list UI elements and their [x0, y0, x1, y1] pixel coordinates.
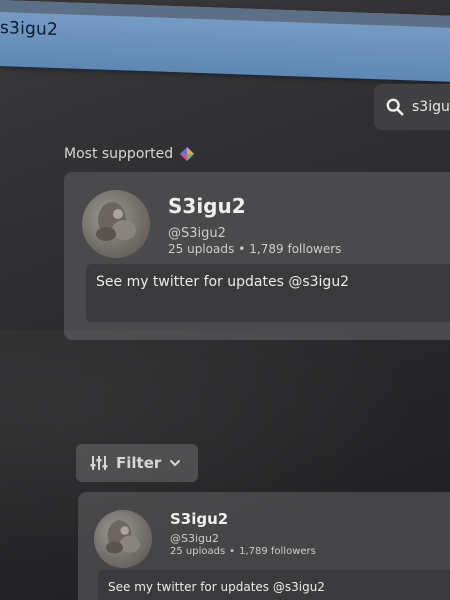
separator-dot: •: [229, 546, 236, 557]
search-value: s3igu: [412, 99, 450, 115]
support-badge-icon: [180, 147, 195, 161]
filter-button[interactable]: Filter: [76, 444, 198, 482]
browser-tab-bar: s3igu2: [0, 0, 450, 82]
bio-text: See my twitter for updates @s3igu2: [96, 274, 350, 290]
filter-label: Filter: [116, 454, 162, 472]
user-bio: See my twitter for updates @s3igu2: [86, 264, 450, 322]
display-name[interactable]: S3igu2: [170, 510, 228, 528]
followers-count: 1,789 followers: [249, 242, 342, 256]
search-input[interactable]: s3igu: [374, 84, 450, 130]
avatar-image-icon: [105, 520, 141, 554]
separator-dot: •: [238, 242, 246, 256]
user-stats: 25 uploads • 1,789 followers: [168, 242, 341, 256]
browser-top-strip: [0, 0, 450, 28]
uploads-count: 25 uploads: [170, 546, 226, 557]
browser-tab-title[interactable]: s3igu2: [0, 18, 58, 40]
avatar[interactable]: [94, 510, 152, 568]
user-handle: @S3igu2: [170, 532, 219, 545]
sliders-icon: [90, 456, 108, 470]
user-stats: 25 uploads • 1,789 followers: [170, 546, 316, 557]
bio-text: See my twitter for updates @s3igu2: [108, 580, 325, 594]
most-supported-heading: Most supported: [64, 146, 195, 162]
avatar[interactable]: [82, 190, 150, 258]
search-icon: [386, 98, 404, 116]
display-name[interactable]: S3igu2: [168, 194, 246, 218]
most-supported-card[interactable]: S3igu2 @S3igu2 25 uploads • 1,789 follower…: [64, 172, 450, 340]
screen: s3igu2 s3igu Most supported S3igu2 @S3ig…: [0, 0, 450, 600]
user-handle: @S3igu2: [168, 226, 226, 241]
avatar-image-icon: [96, 202, 136, 241]
most-supported-label: Most supported: [64, 146, 174, 162]
uploads-count: 25 uploads: [168, 242, 235, 256]
followers-count: 1,789 followers: [239, 546, 316, 557]
user-bio: See my twitter for updates @s3igu2: [98, 570, 450, 600]
chevron-down-icon: [170, 460, 181, 466]
result-card[interactable]: S3igu2 @S3igu2 25 uploads • 1,789 follower…: [78, 492, 450, 600]
